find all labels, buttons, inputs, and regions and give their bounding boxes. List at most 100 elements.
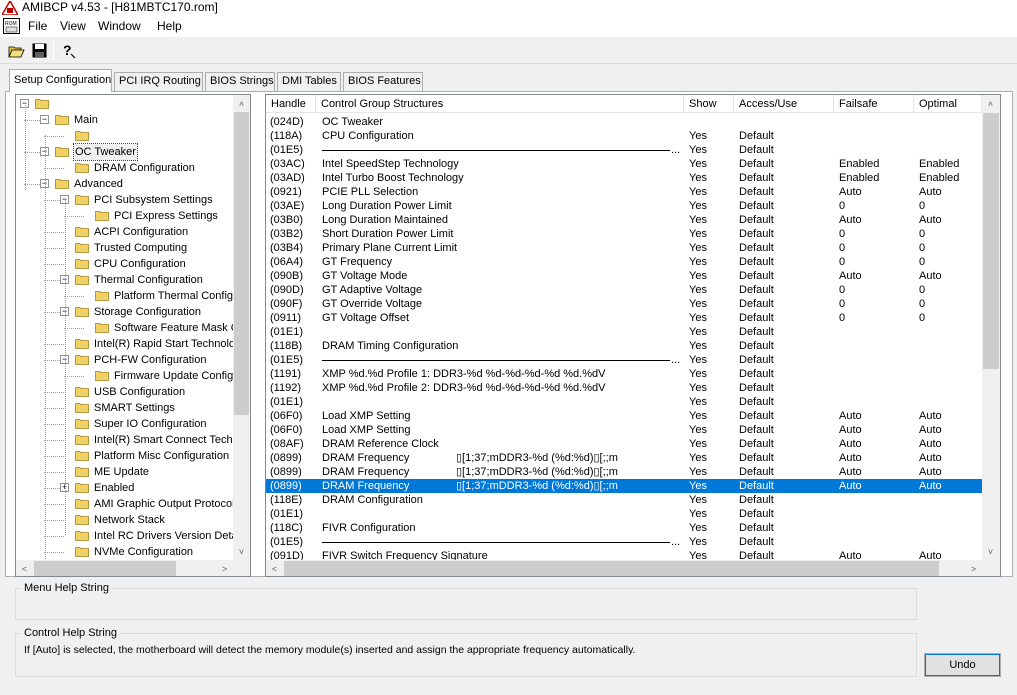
- table-row[interactable]: (0921) PCIE PLL Selection Yes Default Auto Au…: [266, 185, 982, 199]
- scroll-right-arrow-icon[interactable]: ˃: [965, 560, 982, 576]
- menu-help[interactable]: Help: [157, 19, 182, 33]
- table-row[interactable]: (01E5) Yes Default...: [266, 535, 982, 549]
- tree-item[interactable]: Trusted Computing: [16, 240, 233, 256]
- menu-window[interactable]: Window: [98, 19, 141, 33]
- table-row[interactable]: (090D) GT Adaptive Voltage Yes Default 0 0: [266, 283, 982, 297]
- table-row[interactable]: (03AE) Long Duration Power Limit Yes Defaul…: [266, 199, 982, 213]
- undo-button[interactable]: Undo: [924, 653, 1001, 677]
- setup-tree[interactable]: − − Main − OC Tweaker DRAM Configuration − Adva…: [15, 94, 251, 577]
- table-row[interactable]: (0911) GT Voltage Offset Yes Default 0 0: [266, 311, 982, 325]
- tree-horizontal-scrollbar[interactable]: ˂ ˃: [16, 560, 233, 576]
- table-row[interactable]: (03B2) Short Duration Power Limit Yes Defau…: [266, 227, 982, 241]
- tree-item[interactable]: CPU Configuration: [16, 256, 233, 272]
- scroll-left-arrow-icon[interactable]: ˂: [16, 560, 33, 576]
- tree-item[interactable]: − Storage Configuration: [16, 304, 233, 320]
- scroll-left-arrow-icon[interactable]: ˂: [266, 560, 283, 576]
- tree-item[interactable]: ME Update: [16, 464, 233, 480]
- table-row[interactable]: (01E1) Yes Default: [266, 325, 982, 339]
- tree-item[interactable]: PCI Express Settings: [16, 208, 233, 224]
- tree-item[interactable]: USB Configuration: [16, 384, 233, 400]
- tab-bios-strings[interactable]: BIOS Strings: [205, 72, 275, 91]
- table-row[interactable]: (0899) DRAM Frequency Yes Default Auto Auto ▯[…: [266, 479, 982, 493]
- tree-item[interactable]: [16, 128, 233, 144]
- tree-item[interactable]: Intel(R) Smart Connect Techr: [16, 432, 236, 448]
- tree-item[interactable]: Intel RC Drivers Version Deta: [16, 528, 238, 544]
- tree-item[interactable]: −: [16, 96, 233, 112]
- column-header-access[interactable]: Access/Use: [734, 95, 834, 113]
- table-row[interactable]: (1191) XMP %d.%d Profile 1: DDR3-%d %d-%d…: [266, 367, 982, 381]
- table-row[interactable]: (1192) XMP %d.%d Profile 2: DDR3-%d %d-%d…: [266, 381, 982, 395]
- table-row[interactable]: (01E1) Yes Default: [266, 507, 982, 521]
- tab-setup-configuration[interactable]: Setup Configuration: [9, 69, 112, 92]
- table-row[interactable]: (024D) OC Tweaker: [266, 115, 982, 129]
- table-row[interactable]: (03AD) Intel Turbo Boost Technology Yes Def…: [266, 171, 982, 185]
- table-row[interactable]: (090B) GT Voltage Mode Yes Default Auto Auto: [266, 269, 982, 283]
- scroll-down-arrow-icon[interactable]: ˅: [982, 543, 999, 560]
- save-icon[interactable]: [29, 40, 50, 61]
- cell-show: Yes: [689, 242, 707, 254]
- table-row[interactable]: (118E) DRAM Configuration Yes Default: [266, 493, 982, 507]
- scroll-right-arrow-icon[interactable]: ˃: [216, 560, 233, 576]
- rom-icon[interactable]: ROM: [3, 18, 20, 34]
- table-row[interactable]: (06F0) Load XMP Setting Yes Default Auto Auto: [266, 409, 982, 423]
- scroll-up-arrow-icon[interactable]: ˄: [233, 95, 250, 112]
- tree-item[interactable]: − Thermal Configuration: [16, 272, 233, 288]
- table-row[interactable]: (0899) DRAM Frequency Yes Default Auto Auto ▯[…: [266, 465, 982, 479]
- tree-item[interactable]: DRAM Configuration: [16, 160, 233, 176]
- column-header-show[interactable]: Show: [684, 95, 734, 113]
- table-hscroll-thumb[interactable]: [284, 561, 939, 576]
- table-horizontal-scrollbar[interactable]: ˂ ˃: [266, 560, 982, 576]
- scroll-down-arrow-icon[interactable]: ˅: [233, 543, 250, 560]
- table-row[interactable]: (03B4) Primary Plane Current Limit Yes Defa…: [266, 241, 982, 255]
- table-row[interactable]: (01E5) Yes Default...: [266, 353, 982, 367]
- control-table[interactable]: Handle Control Group Structures Show Acc…: [265, 94, 1001, 577]
- tree-scroll-thumb[interactable]: [234, 112, 249, 415]
- table-row[interactable]: (03AC) Intel SpeedStep Technology Yes Defau…: [266, 157, 982, 171]
- tree-item[interactable]: AMI Graphic Output Protocol: [16, 496, 235, 512]
- table-row[interactable]: (090F) GT Override Voltage Yes Default 0 0: [266, 297, 982, 311]
- column-header-control-group[interactable]: Control Group Structures: [316, 95, 684, 113]
- tab-pci-irq-routing[interactable]: PCI IRQ Routing: [114, 72, 203, 91]
- table-row[interactable]: (118A) CPU Configuration Yes Default: [266, 129, 982, 143]
- tree-item[interactable]: Platform Misc Configuration: [16, 448, 233, 464]
- tree-item[interactable]: Super IO Configuration: [16, 416, 233, 432]
- table-scroll-thumb[interactable]: [983, 113, 999, 369]
- tree-item[interactable]: − Main: [16, 112, 233, 128]
- tree-item[interactable]: Network Stack: [16, 512, 233, 528]
- tree-vertical-scrollbar[interactable]: ˄ ˅: [233, 95, 250, 560]
- menu-file[interactable]: File: [28, 19, 47, 33]
- table-row[interactable]: (0899) DRAM Frequency Yes Default Auto Auto ▯[…: [266, 451, 982, 465]
- collapse-icon[interactable]: −: [40, 115, 49, 124]
- table-row[interactable]: (01E1) Yes Default: [266, 395, 982, 409]
- tree-item[interactable]: Software Feature Mask C: [16, 320, 239, 336]
- open-folder-icon[interactable]: [6, 40, 27, 61]
- table-row[interactable]: (118C) FIVR Configuration Yes Default: [266, 521, 982, 535]
- table-row[interactable]: (06A4) GT Frequency Yes Default 0 0: [266, 255, 982, 269]
- table-row[interactable]: (06F0) Load XMP Setting Yes Default Auto Auto: [266, 423, 982, 437]
- tree-item[interactable]: NVMe Configuration: [16, 544, 233, 560]
- tree-item[interactable]: + Enabled: [16, 480, 233, 496]
- column-header-failsafe[interactable]: Failsafe: [834, 95, 914, 113]
- tree-item[interactable]: SMART Settings: [16, 400, 233, 416]
- tree-item[interactable]: − OC Tweaker: [16, 143, 233, 161]
- help-icon[interactable]: ?: [58, 40, 79, 61]
- menu-view[interactable]: View: [60, 19, 86, 33]
- tab-bios-features[interactable]: BIOS Features: [343, 72, 423, 91]
- tree-item[interactable]: ACPI Configuration: [16, 224, 233, 240]
- tab-dmi-tables[interactable]: DMI Tables: [277, 72, 341, 91]
- scroll-up-arrow-icon[interactable]: ˄: [982, 95, 999, 112]
- tree-item[interactable]: − PCI Subsystem Settings: [16, 192, 233, 208]
- column-header-optimal[interactable]: Optimal: [914, 95, 982, 113]
- tree-item[interactable]: Platform Thermal Configu: [16, 288, 239, 304]
- table-row[interactable]: (01E5) Yes Default...: [266, 143, 982, 157]
- tree-hscroll-thumb[interactable]: [34, 561, 176, 576]
- table-row[interactable]: (03B0) Long Duration Maintained Yes Default…: [266, 213, 982, 227]
- table-vertical-scrollbar[interactable]: ˄ ˅: [982, 95, 1000, 560]
- tree-item[interactable]: Firmware Update Configu: [16, 368, 239, 384]
- table-row[interactable]: (08AF) DRAM Reference Clock Yes Default Auto…: [266, 437, 982, 451]
- column-header-handle[interactable]: Handle: [266, 95, 316, 113]
- tree-item[interactable]: − Advanced: [16, 176, 233, 192]
- tree-item[interactable]: Intel(R) Rapid Start Technolo: [16, 336, 235, 352]
- table-row[interactable]: (118B) DRAM Timing Configuration Yes Defaul…: [266, 339, 982, 353]
- tree-item[interactable]: − PCH-FW Configuration: [16, 352, 233, 368]
